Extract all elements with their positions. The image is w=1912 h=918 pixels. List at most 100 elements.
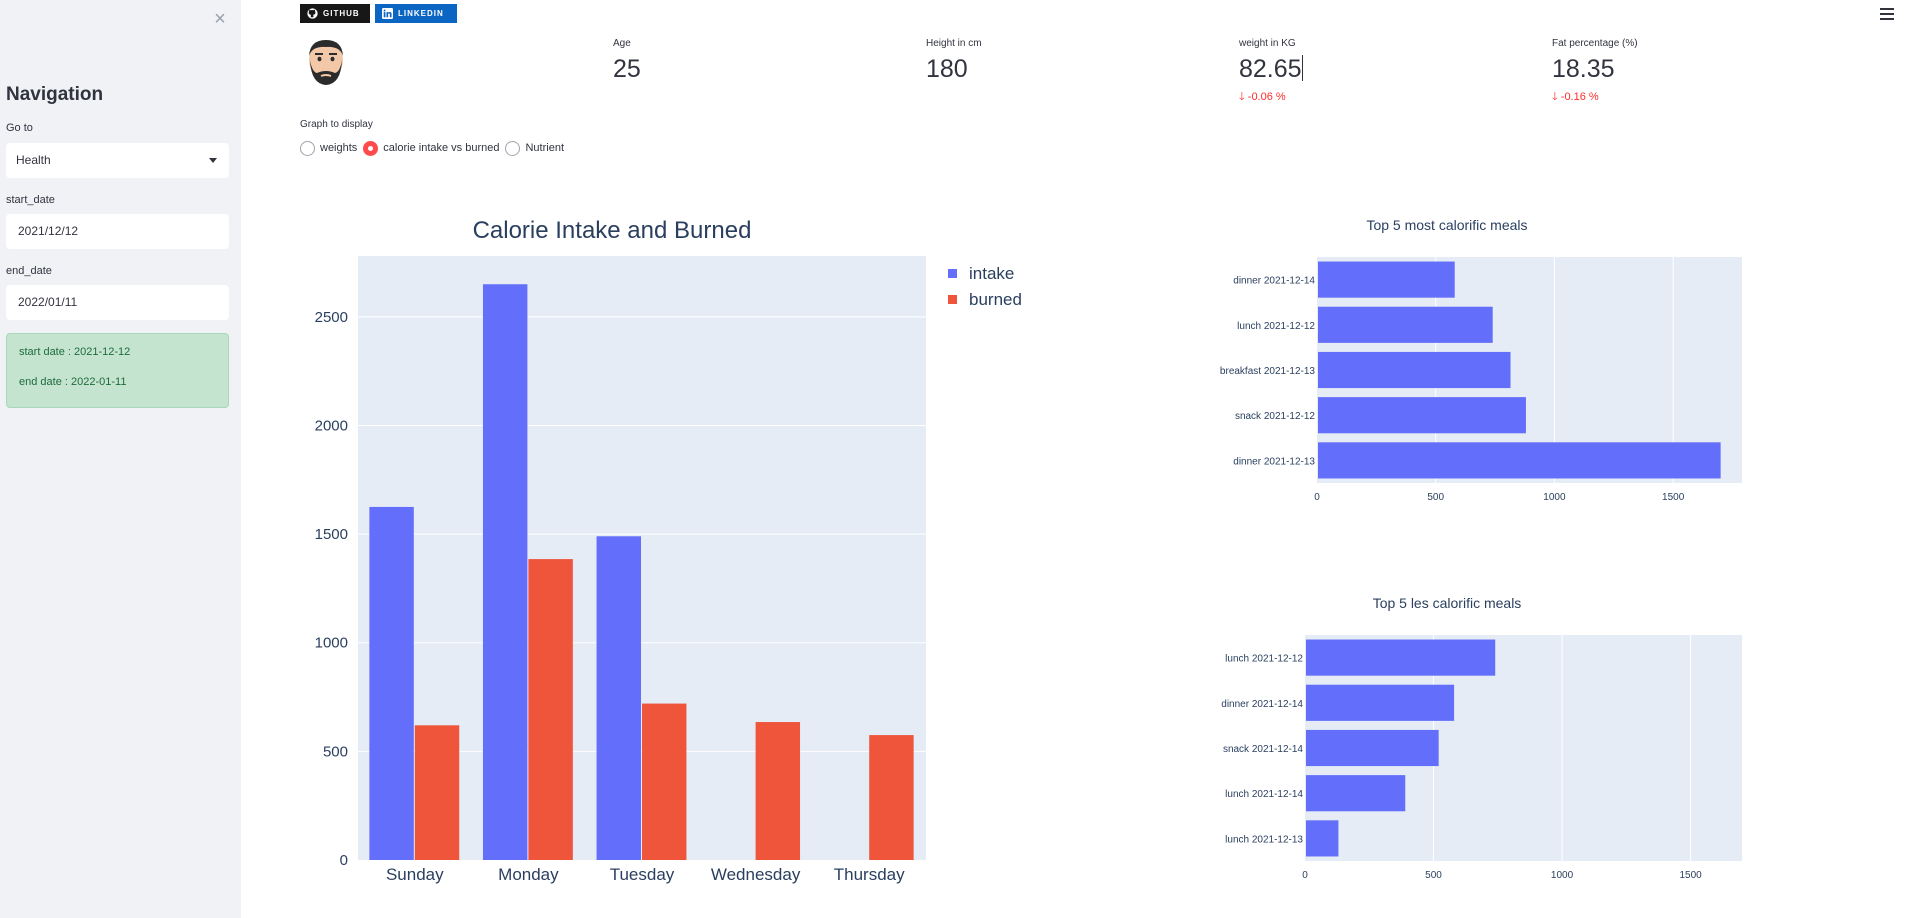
bar-intake [596,536,641,860]
metric-value: 25 [613,55,641,83]
arrow-down-icon: 🡓 [1552,91,1561,103]
date-info-box: start date : 2021-12-12 end date : 2022-… [6,333,229,408]
radio-weights[interactable]: weights [300,140,360,156]
sidebar: × Navigation Go to Health start_date 202… [0,0,241,918]
metric-delta-value: -0.06 % [1247,91,1286,103]
goto-label: Go to [6,122,33,134]
radio-label: weights [320,142,358,154]
y-tick-label: lunch 2021-12-14 [1225,789,1303,800]
text-cursor [1301,55,1303,81]
x-tick-label: Thursday [834,865,905,884]
linkedin-icon [382,8,393,19]
x-tick-label: 0 [1302,870,1308,881]
bar [1318,351,1511,389]
bar [1306,775,1406,812]
sidebar-title: Navigation [6,84,104,105]
bar-burned [414,725,460,860]
radio-calorie[interactable]: calorie intake vs burned [363,140,502,156]
metric-delta: 🡓 -0.06 % [1239,88,1303,107]
goto-select-value: Health [16,153,51,167]
radio-label: Nutrient [525,142,565,154]
legend-label: burned [969,290,1022,309]
linkedin-badge-label: LINKEDIN [398,9,444,18]
bar-intake [369,506,414,860]
radio-circle-selected[interactable] [363,140,379,156]
chart-title: Calorie Intake and Burned [473,217,752,244]
metric-delta: 🡓 -0.16 % [1552,88,1638,107]
bar-burned [528,559,573,860]
github-badge[interactable]: GITHUB [300,4,370,23]
start-date-label: start_date [6,194,55,206]
bar [1318,306,1493,343]
y-tick-label: snack 2021-12-12 [1235,411,1315,422]
chart-title: Top 5 most calorific meals [1366,217,1527,233]
bar [1306,729,1439,767]
y-tick-label: 1500 [315,526,348,543]
y-tick-label: breakfast 2021-12-13 [1220,366,1316,377]
metric-fat: Fat percentage (%) 18.35 🡓 -0.16 % [1552,38,1638,107]
y-tick-label: 1000 [315,635,348,652]
x-tick-label: 1000 [1543,492,1566,503]
metric-delta-value: -0.16 % [1560,91,1599,103]
bar [1318,261,1455,298]
legend-swatch [948,269,957,278]
y-tick-label: snack 2021-12-14 [1223,744,1303,755]
x-tick-label: Sunday [386,865,444,884]
y-tick-label: dinner 2021-12-14 [1233,276,1315,287]
bar [1318,442,1721,479]
y-tick-label: 2500 [315,309,348,326]
x-tick-label: 1500 [1679,870,1702,881]
end-date-label: end_date [6,265,52,277]
bar [1306,684,1455,721]
x-tick-label: Monday [498,865,559,884]
x-tick-label: Tuesday [610,865,675,884]
goto-select[interactable]: Health [6,143,229,178]
close-icon[interactable]: × [212,8,228,30]
hamburger-menu-icon[interactable] [1880,8,1894,22]
graph-radio-group: weights calorie intake vs burned Nutrien… [300,140,570,156]
x-tick-label: 500 [1425,870,1442,881]
calorie-bar-chart: Calorie Intake and Burned 0 500 1000 1500 200… [315,217,1022,884]
info-end-date: end date : 2022-01-11 [19,376,127,388]
github-icon [307,8,318,19]
metric-label: Fat percentage (%) [1552,38,1638,49]
bar [1318,397,1526,434]
graph-select-label: Graph to display [300,119,373,130]
bar [1306,639,1496,676]
chart-title: Top 5 les calorific meals [1373,595,1522,611]
y-tick-label: 2000 [315,417,348,434]
x-tick-label: Wednesday [711,865,801,884]
bottom-meals-chart: Top 5 les calorific meals 0 500 1000 1500 lun… [1221,595,1742,881]
radio-circle[interactable] [300,140,315,156]
metric-label: Age [613,38,631,49]
x-tick-label: 0 [1314,492,1320,503]
github-badge-label: GITHUB [323,9,360,18]
radio-label: calorie intake vs burned [383,142,500,154]
bar-burned [642,703,687,860]
metric-value: 82.65 [1239,55,1302,83]
metric-height: Height in cm 180 [926,38,982,84]
app-root: × Navigation Go to Health start_date 202… [0,0,1912,918]
y-tick-label: 500 [323,743,348,760]
y-tick-label: lunch 2021-12-12 [1237,321,1315,332]
bar-intake [482,284,528,860]
metric-weight: weight in KG 82.65 🡓 -0.06 % [1239,38,1303,107]
x-tick-label: 1500 [1662,492,1685,503]
start-date-input[interactable]: 2021/12/12 [6,214,229,249]
radio-nutrient[interactable]: Nutrient [505,140,567,156]
legend-swatch [948,295,957,304]
y-tick-label: dinner 2021-12-14 [1221,699,1303,710]
y-tick-label: lunch 2021-12-12 [1225,654,1303,665]
end-date-input[interactable]: 2022/01/11 [6,285,229,320]
bar-burned [869,735,914,860]
y-tick-label: lunch 2021-12-13 [1225,834,1303,845]
bar-burned [755,722,801,860]
metric-value: 18.35 [1552,55,1615,83]
radio-circle[interactable] [505,140,521,156]
linkedin-badge[interactable]: LINKEDIN [375,4,457,23]
x-tick-label: 500 [1427,492,1444,503]
metric-label: weight in KG [1239,38,1296,49]
metric-value: 180 [926,55,968,83]
bar [1306,820,1339,857]
arrow-down-icon: 🡓 [1239,91,1248,103]
